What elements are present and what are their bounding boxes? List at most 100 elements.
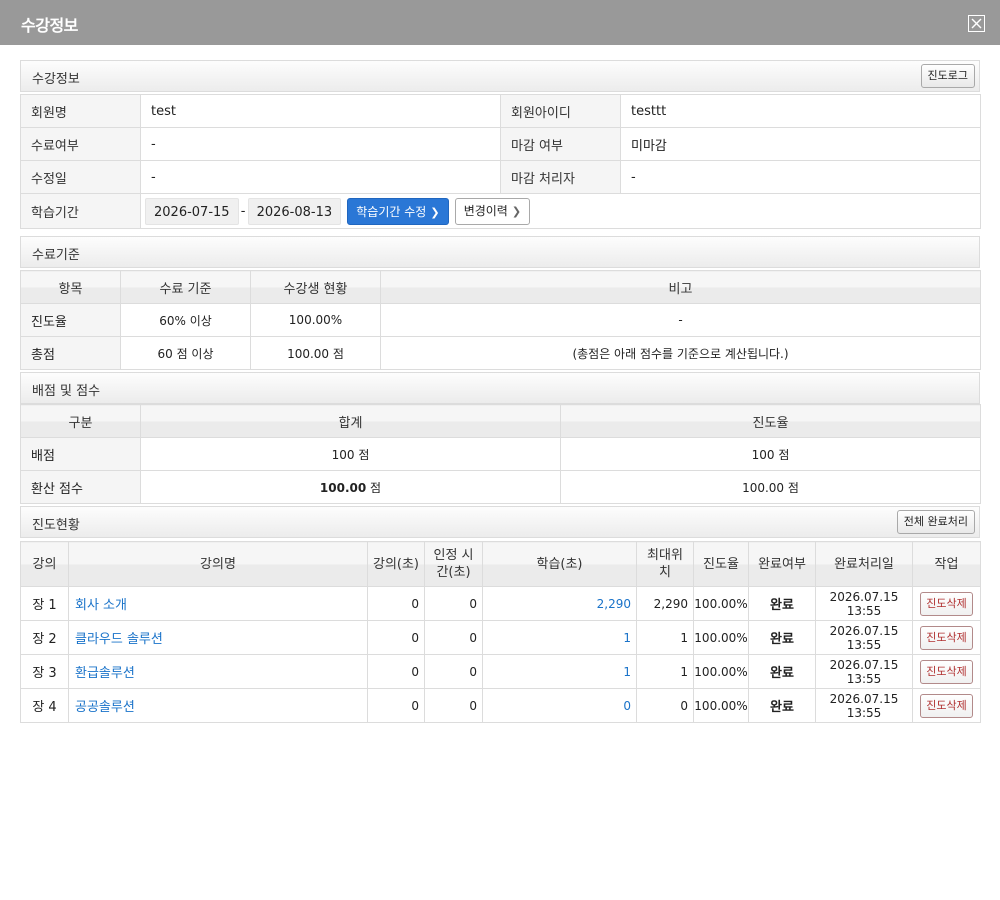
action-cell: 진도삭제: [912, 688, 981, 723]
period-cell: 2026-07-15-2026-08-13 학습기간 수정 ❯ 변경이력 ❯: [140, 193, 981, 229]
change-history-label: 변경이력: [463, 203, 508, 218]
score-label: 환산 점수: [20, 470, 141, 504]
criteria-note: (총점은 아래 점수를 기준으로 계산됩니다.): [380, 336, 981, 370]
score-progress: 100 점: [560, 437, 981, 471]
delete-progress-button[interactable]: 진도삭제: [920, 693, 973, 718]
close-icon: [971, 18, 982, 29]
lecture-link[interactable]: 회사 소개: [75, 598, 127, 613]
complete-all-button[interactable]: 전체 완료처리: [896, 510, 975, 534]
table-row: 진도율 60% 이상 100.00% -: [20, 303, 981, 337]
rate-cell: 100.00%: [693, 654, 749, 689]
table-row: 총점 60 점 이상 100.00 점 (총점은 아래 점수를 기준으로 계산됩…: [20, 336, 981, 370]
rate-cell: 100.00%: [693, 688, 749, 723]
max-position-cell: 1: [636, 620, 694, 655]
study-sec-cell[interactable]: 1: [482, 654, 637, 689]
period-separator: -: [240, 203, 246, 219]
rate-cell: 100.00%: [693, 620, 749, 655]
completion-value: -: [140, 127, 501, 161]
score-total-cell: 100.00 점: [140, 470, 561, 504]
lecture-sec-cell: 0: [367, 654, 425, 689]
criteria-item: 총점: [20, 336, 121, 370]
modified-value: -: [140, 160, 501, 194]
section-header-progress: 진도현황 전체 완료처리: [20, 506, 980, 538]
criteria-item: 진도율: [20, 303, 121, 337]
progress-log-button[interactable]: 진도로그: [920, 64, 975, 88]
info-table: 회원명 test 회원아이디 testtt 수료여부 - 마감 여부 미마감 수…: [20, 94, 981, 229]
done-date-cell: 2026.07.15 13:55: [815, 688, 913, 723]
info-row: 수정일 - 마감 처리자 -: [20, 160, 981, 194]
closer-label: 마감 처리자: [500, 160, 621, 194]
modified-label: 수정일: [20, 160, 141, 194]
closing-value: 미마감: [620, 127, 981, 161]
recognized-sec-cell: 0: [424, 586, 483, 621]
section-title-scores: 배점 및 점수: [32, 384, 101, 399]
recognized-sec-cell: 0: [424, 654, 483, 689]
edit-period-button[interactable]: 학습기간 수정 ❯: [347, 197, 449, 225]
lecture-link[interactable]: 공공솔루션: [75, 700, 135, 715]
column-header: 수강생 현황: [250, 270, 381, 304]
column-header: 강의(초): [367, 541, 425, 587]
info-row-period: 학습기간 2026-07-15-2026-08-13 학습기간 수정 ❯ 변경이력…: [20, 193, 981, 229]
delete-progress-button[interactable]: 진도삭제: [920, 659, 973, 684]
chapter-cell: 장 1: [20, 586, 69, 621]
lecture-name-cell: 회사 소개: [68, 586, 368, 621]
score-total-number: 100.00: [319, 480, 367, 495]
delete-progress-button[interactable]: 진도삭제: [920, 625, 973, 650]
criteria-status: 100.00%: [250, 303, 381, 337]
column-header: 수료 기준: [120, 270, 251, 304]
column-header: 강의: [20, 541, 69, 587]
change-history-button[interactable]: 변경이력 ❯: [454, 197, 531, 225]
study-sec-cell[interactable]: 2,290: [482, 586, 637, 621]
column-header: 강의명: [68, 541, 368, 587]
done-cell: 완료: [748, 654, 816, 689]
scores-header-row: 구분 합계 진도율: [20, 404, 981, 438]
chapter-cell: 장 2: [20, 620, 69, 655]
criteria-header-row: 항목 수료 기준 수강생 현황 비고: [20, 270, 981, 304]
lecture-name-cell: 공공솔루션: [68, 688, 368, 723]
lecture-sec-cell: 0: [367, 586, 425, 621]
period-end-field[interactable]: 2026-08-13: [247, 197, 342, 225]
section-header-criteria: 수료기준: [20, 236, 980, 268]
done-date-cell: 2026.07.15 13:55: [815, 620, 913, 655]
score-total: 100 점: [140, 437, 561, 471]
column-header: 진도율: [560, 404, 981, 438]
chevron-right-icon: ❯: [430, 205, 440, 219]
window-title: 수강정보: [21, 16, 78, 35]
closing-label: 마감 여부: [500, 127, 621, 161]
column-header: 항목: [20, 270, 121, 304]
close-button[interactable]: [968, 15, 985, 32]
column-header: 학습(초): [482, 541, 637, 587]
recognized-sec-cell: 0: [424, 620, 483, 655]
delete-progress-button[interactable]: 진도삭제: [920, 591, 973, 616]
period-start-field[interactable]: 2026-07-15: [145, 197, 239, 225]
member-name-label: 회원명: [20, 94, 141, 128]
lecture-sec-cell: 0: [367, 688, 425, 723]
closer-value: -: [620, 160, 981, 194]
score-label: 배점: [20, 437, 141, 471]
section-title-criteria: 수료기준: [32, 248, 80, 263]
done-date-cell: 2026.07.15 13:55: [815, 654, 913, 689]
lecture-link[interactable]: 환급솔루션: [75, 666, 135, 681]
member-id-value: testtt: [620, 94, 981, 128]
lecture-sec-cell: 0: [367, 620, 425, 655]
progress-table: 강의 강의명 강의(초) 인정 시간(초) 학습(초) 최대위치 진도율 완료여…: [20, 541, 981, 723]
chapter-cell: 장 3: [20, 654, 69, 689]
max-position-cell: 0: [636, 688, 694, 723]
criteria-note: -: [380, 303, 981, 337]
period-label: 학습기간: [20, 193, 141, 229]
window-titlebar: 수강정보: [0, 0, 1000, 45]
study-sec-cell[interactable]: 1: [482, 620, 637, 655]
table-row: 장 3 환급솔루션 0 0 1 1 100.00% 완료 2026.07.15 …: [20, 654, 981, 689]
column-header: 최대위치: [636, 541, 694, 587]
max-position-cell: 2,290: [636, 586, 694, 621]
lecture-name-cell: 환급솔루션: [68, 654, 368, 689]
section-title-progress: 진도현황: [32, 518, 80, 533]
section-header-scores: 배점 및 점수: [20, 372, 980, 404]
criteria-standard: 60 점 이상: [120, 336, 251, 370]
column-header: 완료여부: [748, 541, 816, 587]
action-cell: 진도삭제: [912, 620, 981, 655]
max-position-cell: 1: [636, 654, 694, 689]
lecture-link[interactable]: 클라우드 솔루션: [75, 632, 163, 647]
study-sec-cell[interactable]: 0: [482, 688, 637, 723]
member-id-label: 회원아이디: [500, 94, 621, 128]
